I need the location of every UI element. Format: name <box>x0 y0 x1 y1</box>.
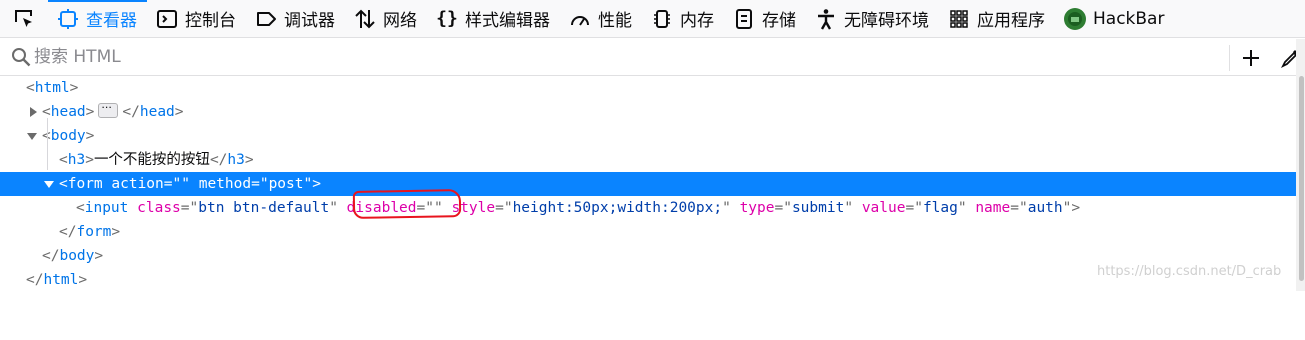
tab-label: 查看器 <box>86 11 137 31</box>
add-node-icon[interactable] <box>1240 47 1262 69</box>
tree-node-input[interactable]: <input class="btn btn-default" disabled=… <box>0 196 1296 220</box>
attr-value: submit <box>791 200 845 216</box>
tab-label: 存储 <box>762 11 796 31</box>
tab-application[interactable]: 应用程序 <box>939 0 1055 38</box>
tab-inspector[interactable]: 查看器 <box>48 0 147 38</box>
tab-network[interactable]: 网络 <box>345 0 427 38</box>
tag-name: head <box>139 104 175 120</box>
tag-name: body <box>59 248 95 264</box>
network-icon <box>353 7 377 31</box>
element-picker-icon <box>15 9 32 27</box>
tab-label: 性能 <box>598 11 632 31</box>
attr-name: method <box>198 176 252 192</box>
style-editor-icon: {} <box>436 8 458 29</box>
attr-name: class <box>137 200 181 216</box>
attr-value: post <box>268 176 304 192</box>
collapsed-ellipsis-icon[interactable]: ··· <box>98 101 119 118</box>
attr-name: name <box>975 200 1011 216</box>
tab-label: 样式编辑器 <box>465 11 550 31</box>
console-icon <box>155 7 179 31</box>
collapse-arrow-icon[interactable] <box>27 133 37 140</box>
tree-node-form-close[interactable]: </form> <box>0 220 1296 244</box>
attr-value: height:50px;width:200px; <box>512 200 723 216</box>
divider <box>1229 45 1230 71</box>
accessibility-icon <box>814 7 838 31</box>
tab-label: HackBar <box>1093 8 1165 29</box>
performance-icon <box>568 7 592 31</box>
tree-node-h3[interactable]: <h3>一个不能按的按钮</h3> <box>0 148 1296 172</box>
tab-label: 控制台 <box>185 11 236 31</box>
tab-console[interactable]: 控制台 <box>147 0 246 38</box>
attr-value: btn btn-default <box>198 200 330 216</box>
red-annotation-ring <box>352 189 462 219</box>
tab-accessibility[interactable]: 无障碍环境 <box>806 0 939 38</box>
tree-node-head[interactable]: <head> ··· </head> <box>0 100 1296 124</box>
markup-tree: <html> <head>···</head> <body> <h3>一个不能按… <box>0 76 1305 291</box>
tab-label: 调试器 <box>284 11 335 31</box>
indent-guide <box>47 118 48 170</box>
application-icon <box>947 7 971 31</box>
tag-name: form <box>76 224 112 240</box>
search-bar <box>0 39 1305 76</box>
attr-name: type <box>739 200 775 216</box>
search-input[interactable] <box>32 47 1214 67</box>
tab-label: 网络 <box>383 11 417 31</box>
storage-icon <box>732 7 756 31</box>
attr-value: flag <box>922 200 958 216</box>
tab-debugger[interactable]: 调试器 <box>246 0 345 38</box>
devtools-toolbar: 查看器 控制台 调试器 网络 {} 样式编辑器 性能 内存 存储 无障碍环境 应… <box>0 0 1305 38</box>
element-picker-button[interactable] <box>0 0 48 38</box>
tab-memory[interactable]: 内存 <box>642 0 724 38</box>
tag-name: h3 <box>67 152 86 168</box>
collapse-arrow-icon[interactable] <box>44 181 54 188</box>
expand-arrow-icon[interactable] <box>30 107 37 117</box>
tab-style-editor[interactable]: {} 样式编辑器 <box>427 0 560 38</box>
tab-label: 内存 <box>680 11 714 31</box>
tab-label: 应用程序 <box>977 11 1045 31</box>
tag-name: html <box>34 80 70 96</box>
attr-name: value <box>861 200 906 216</box>
text-node: 一个不能按的按钮 <box>93 152 210 168</box>
attr-name: action <box>111 176 164 192</box>
memory-icon <box>650 7 674 31</box>
attr-value: auth <box>1027 200 1063 216</box>
tree-node-html[interactable]: <html> <box>0 76 1296 100</box>
tab-label: 无障碍环境 <box>844 11 929 31</box>
tag-name: input <box>84 200 129 216</box>
tree-node-form-selected[interactable]: <form action="" method="post"> <box>0 172 1296 196</box>
watermark-text: https://blog.csdn.net/D_crab <box>1097 264 1282 279</box>
search-icon <box>12 48 31 67</box>
tag-name: html <box>43 272 79 288</box>
tag-name: form <box>67 176 103 192</box>
tab-performance[interactable]: 性能 <box>560 0 642 38</box>
tree-node-body[interactable]: <body> <box>0 124 1296 148</box>
inspector-icon <box>56 7 80 31</box>
scrollbar-thumb[interactable] <box>1299 76 1304 281</box>
tag-name: head <box>50 104 86 120</box>
tag-name: h3 <box>227 152 245 168</box>
hackbar-icon <box>1063 7 1087 31</box>
tag-name: body <box>50 128 86 144</box>
tab-storage[interactable]: 存储 <box>724 0 806 38</box>
tab-hackbar[interactable]: HackBar <box>1055 0 1174 38</box>
debugger-icon <box>254 7 278 31</box>
